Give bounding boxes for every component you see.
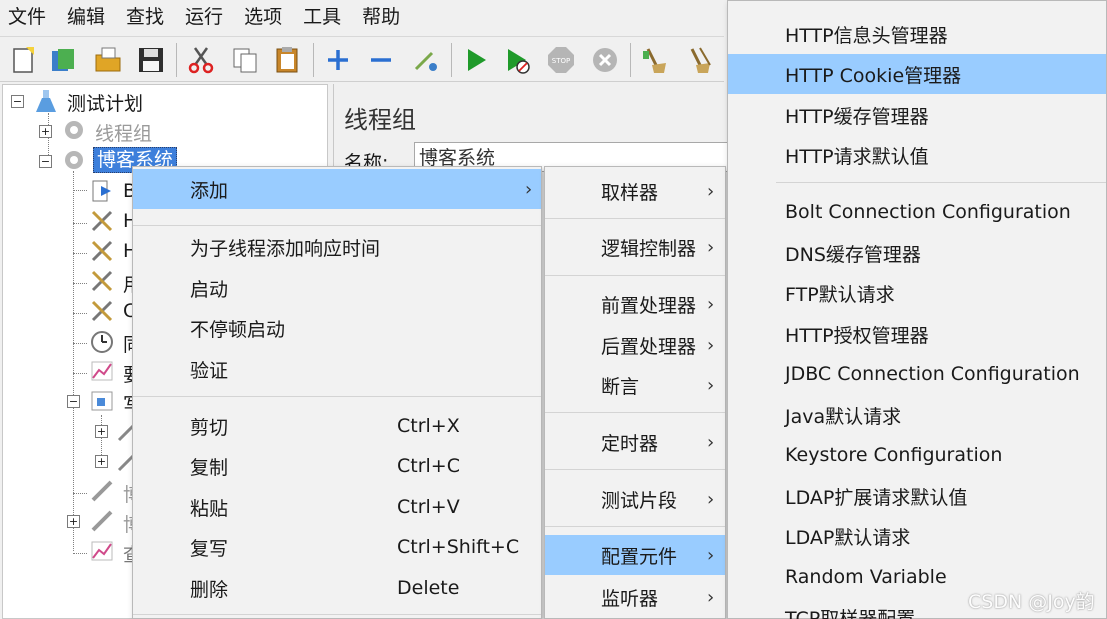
menu-item-cut[interactable]: 剪切 Ctrl+X xyxy=(133,406,541,446)
tree-expand-toggle[interactable]: + xyxy=(95,425,108,438)
tree-node-thread-group[interactable]: 线程组 xyxy=(95,119,152,146)
chevron-right-icon: › xyxy=(707,180,715,202)
menu-item-ldap-extended-defaults[interactable]: LDAP扩展请求默认值 xyxy=(728,476,1106,516)
tree-expand-toggle[interactable]: + xyxy=(39,125,52,138)
menu-item-add-response-time[interactable]: 为子线程添加响应时间 xyxy=(133,227,541,267)
chevron-right-icon: › xyxy=(707,544,715,566)
menu-item-post-processor[interactable]: 后置处理器 › xyxy=(545,325,725,365)
watermark: CSDN @Joy韵 xyxy=(968,591,1095,613)
config-element-submenu: HTTP信息头管理器 HTTP Cookie管理器 HTTP缓存管理器 HTTP… xyxy=(727,0,1107,619)
menu-item-java-defaults[interactable]: Java默认请求 xyxy=(728,395,1106,435)
start-icon[interactable] xyxy=(459,43,493,77)
chevron-right-icon: › xyxy=(707,334,715,356)
tree-collapse-toggle[interactable]: − xyxy=(11,95,24,108)
chevron-right-icon: › xyxy=(707,374,715,396)
menu-help[interactable]: 帮助 xyxy=(362,0,400,34)
menu-item-duplicate[interactable]: 复写 Ctrl+Shift+C xyxy=(133,527,541,567)
menu-item-paste[interactable]: 粘贴 Ctrl+V xyxy=(133,487,541,527)
gear-icon xyxy=(61,147,87,173)
expand-icon[interactable] xyxy=(321,43,355,77)
menu-item-ldap-defaults[interactable]: LDAP默认请求 xyxy=(728,516,1106,556)
pipette-icon xyxy=(89,508,115,534)
menu-item-http-auth-manager[interactable]: HTTP授权管理器 xyxy=(728,314,1106,354)
menu-item-http-cookie-manager[interactable]: HTTP Cookie管理器 xyxy=(728,54,1106,94)
context-menu: 添加 › 为子线程添加响应时间 启动 不停顿启动 验证 剪切 Ctrl+X 复制… xyxy=(132,166,542,619)
svg-text:STOP: STOP xyxy=(552,57,570,65)
tree-collapse-toggle[interactable]: − xyxy=(67,395,80,408)
menu-item-test-fragment[interactable]: 测试片段 › xyxy=(545,479,725,519)
menu-item-config-element[interactable]: 配置元件 › xyxy=(545,535,725,575)
timer-icon xyxy=(89,328,115,354)
pipette-icon xyxy=(89,478,115,504)
menu-item-start-no-pause[interactable]: 不停顿启动 xyxy=(133,308,541,348)
menu-item-listener[interactable]: 监听器 › xyxy=(545,577,725,617)
paste-icon[interactable] xyxy=(271,43,305,77)
menu-item-keystore-config[interactable]: Keystore Configuration xyxy=(728,435,1106,475)
panel-title: 线程组 xyxy=(344,106,416,134)
menu-options[interactable]: 选项 xyxy=(244,0,282,34)
menu-file[interactable]: 文件 xyxy=(8,0,46,34)
flask-icon xyxy=(33,88,59,114)
gear-icon xyxy=(61,117,87,143)
clear-all-icon[interactable] xyxy=(682,43,716,77)
wrench-icon xyxy=(89,298,115,324)
graph-icon xyxy=(89,358,115,384)
templates-icon[interactable] xyxy=(46,43,80,77)
wrench-icon xyxy=(89,238,115,264)
chevron-right-icon: › xyxy=(707,293,715,315)
menu-item-sampler[interactable]: 取样器 › xyxy=(545,171,725,211)
menu-tools[interactable]: 工具 xyxy=(303,0,341,34)
menu-item-pre-processor[interactable]: 前置处理器 › xyxy=(545,284,725,324)
menu-item-validate[interactable]: 验证 xyxy=(133,349,541,389)
menu-item-http-header-manager[interactable]: HTTP信息头管理器 xyxy=(728,14,1106,54)
menu-search[interactable]: 查找 xyxy=(126,0,164,34)
copy-icon[interactable] xyxy=(228,43,262,77)
cut-icon[interactable] xyxy=(184,43,218,77)
menu-item-add[interactable]: 添加 › xyxy=(133,169,541,209)
menu-item-logic-controller[interactable]: 逻辑控制器 › xyxy=(545,227,725,267)
menu-item-ftp-defaults[interactable]: FTP默认请求 xyxy=(728,273,1106,313)
add-submenu: 取样器 › 逻辑控制器 › 前置处理器 › 后置处理器 › 断言 › 定时器 ›… xyxy=(544,166,726,619)
chevron-right-icon: › xyxy=(707,236,715,258)
chevron-right-icon: › xyxy=(707,431,715,453)
menu-item-bolt-connection[interactable]: Bolt Connection Configuration xyxy=(728,192,1106,232)
menu-item-start[interactable]: 启动 xyxy=(133,268,541,308)
wrench-icon xyxy=(89,208,115,234)
menu-item-jdbc-connection[interactable]: JDBC Connection Configuration xyxy=(728,354,1106,394)
save-icon[interactable] xyxy=(134,43,168,77)
menu-run[interactable]: 运行 xyxy=(185,0,223,34)
tree-expand-toggle[interactable]: + xyxy=(95,455,108,468)
tree-collapse-toggle[interactable]: − xyxy=(39,155,52,168)
wrench-icon xyxy=(89,268,115,294)
start-no-pause-icon[interactable] xyxy=(501,43,535,77)
chevron-right-icon: › xyxy=(707,586,715,608)
shutdown-icon[interactable] xyxy=(588,43,622,77)
graph-icon xyxy=(89,538,115,564)
tree-expand-toggle[interactable]: + xyxy=(67,515,80,528)
menu-edit[interactable]: 编辑 xyxy=(67,0,105,34)
menu-item-assertion[interactable]: 断言 › xyxy=(545,365,725,405)
menu-item-http-cache-manager[interactable]: HTTP缓存管理器 xyxy=(728,95,1106,135)
menu-item-copy[interactable]: 复制 Ctrl+C xyxy=(133,446,541,486)
sampler-icon xyxy=(89,178,115,204)
collapse-icon[interactable] xyxy=(364,43,398,77)
tree-node-test-plan[interactable]: 测试计划 xyxy=(67,89,143,116)
controller-icon xyxy=(89,388,115,414)
menu-item-dns-cache-manager[interactable]: DNS缓存管理器 xyxy=(728,233,1106,273)
chevron-right-icon: › xyxy=(707,488,715,510)
menu-bar: 文件 编辑 查找 运行 选项 工具 帮助 xyxy=(0,0,724,34)
stop-icon[interactable]: STOP xyxy=(544,43,578,77)
menu-item-delete[interactable]: 删除 Delete xyxy=(133,568,541,608)
new-icon[interactable] xyxy=(6,43,40,77)
menu-item-http-request-defaults[interactable]: HTTP请求默认值 xyxy=(728,135,1106,175)
open-icon[interactable] xyxy=(91,43,125,77)
clear-icon[interactable] xyxy=(638,43,672,77)
menu-item-timer[interactable]: 定时器 › xyxy=(545,422,725,462)
toggle-icon[interactable] xyxy=(408,43,442,77)
chevron-right-icon: › xyxy=(525,178,533,200)
toolbar: STOP xyxy=(0,36,724,82)
